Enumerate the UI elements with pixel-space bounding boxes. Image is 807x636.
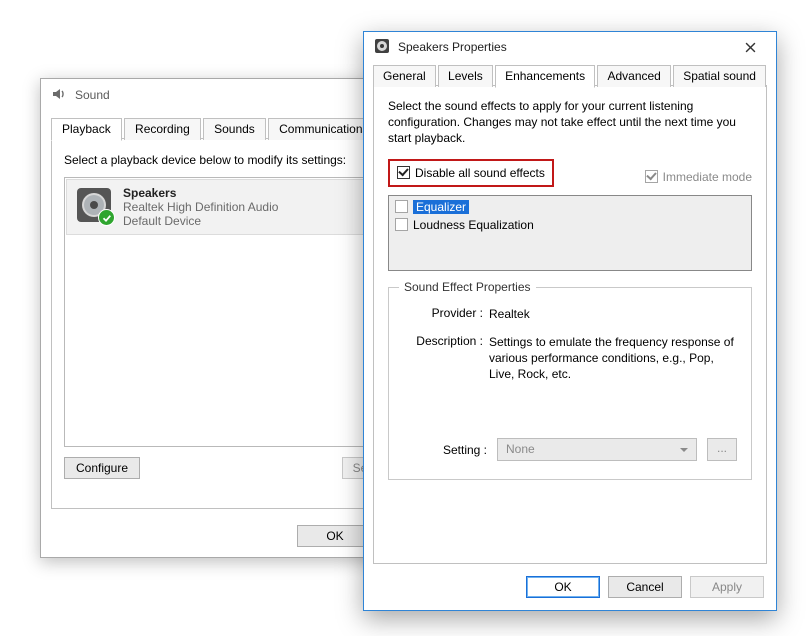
description-value: Settings to emulate the frequency respon… [489,334,737,383]
sound-title: Sound [75,88,110,102]
effect-loudness-checkbox[interactable] [395,218,408,231]
enhancements-top-row: Disable all sound effects Immediate mode [388,159,752,195]
default-check-icon [98,209,115,226]
configure-button[interactable]: Configure [64,457,140,479]
device-sub: Realtek High Definition Audio [123,200,278,214]
effect-loudness-label: Loudness Equalization [413,218,534,232]
speaker-icon [374,38,390,57]
device-status: Default Device [123,214,278,228]
tab-spatial-sound[interactable]: Spatial sound [673,65,766,87]
device-text: Speakers Realtek High Definition Audio D… [123,186,278,228]
setting-label: Setting : [403,443,487,457]
properties-title: Speakers Properties [398,40,507,54]
effect-equalizer-label: Equalizer [413,200,469,214]
tab-advanced[interactable]: Advanced [597,65,670,87]
speaker-icon [51,86,67,105]
close-icon [745,42,756,53]
properties-footer: OK Cancel Apply [526,576,764,598]
setting-combobox[interactable]: None [497,438,697,461]
disable-all-highlight: Disable all sound effects [388,159,554,187]
sound-effect-properties-group: Sound Effect Properties Provider : Realt… [388,287,752,481]
tab-recording[interactable]: Recording [124,118,201,140]
effect-equalizer-checkbox[interactable] [395,200,408,213]
immediate-mode-label: Immediate mode [663,170,752,184]
properties-tabstrip: General Levels Enhancements Advanced Spa… [373,64,767,86]
effect-loudness[interactable]: Loudness Equalization [395,216,745,234]
close-button[interactable] [732,35,768,59]
device-icon [75,186,113,224]
properties-body: Select the sound effects to apply for yo… [373,86,767,564]
provider-value: Realtek [489,306,737,322]
enhancements-intro: Select the sound effects to apply for yo… [388,98,752,147]
disable-all-checkbox[interactable] [397,166,410,179]
device-name: Speakers [123,186,278,200]
effects-list[interactable]: Equalizer Loudness Equalization [388,195,752,271]
properties-window: Speakers Properties General Levels Enhan… [363,31,777,611]
properties-titlebar: Speakers Properties [364,32,776,62]
tab-sounds[interactable]: Sounds [203,118,266,140]
tab-playback[interactable]: Playback [51,118,122,141]
properties-apply-button[interactable]: Apply [690,576,764,598]
tab-levels[interactable]: Levels [438,65,493,87]
setting-more-button[interactable]: ... [707,438,737,461]
tab-enhancements[interactable]: Enhancements [495,65,595,88]
immediate-mode-checkbox[interactable] [645,170,658,183]
immediate-mode-row: Immediate mode [645,170,752,184]
properties-ok-button[interactable]: OK [526,576,600,598]
disable-all-label: Disable all sound effects [415,166,545,180]
provider-label: Provider : [403,306,489,322]
effect-equalizer[interactable]: Equalizer [395,198,745,216]
setting-row: Setting : None ... [403,438,737,461]
description-label: Description : [403,334,489,383]
tab-general[interactable]: General [373,65,436,87]
sound-ok-button[interactable]: OK [297,525,373,547]
properties-cancel-button[interactable]: Cancel [608,576,682,598]
group-legend: Sound Effect Properties [399,280,536,294]
